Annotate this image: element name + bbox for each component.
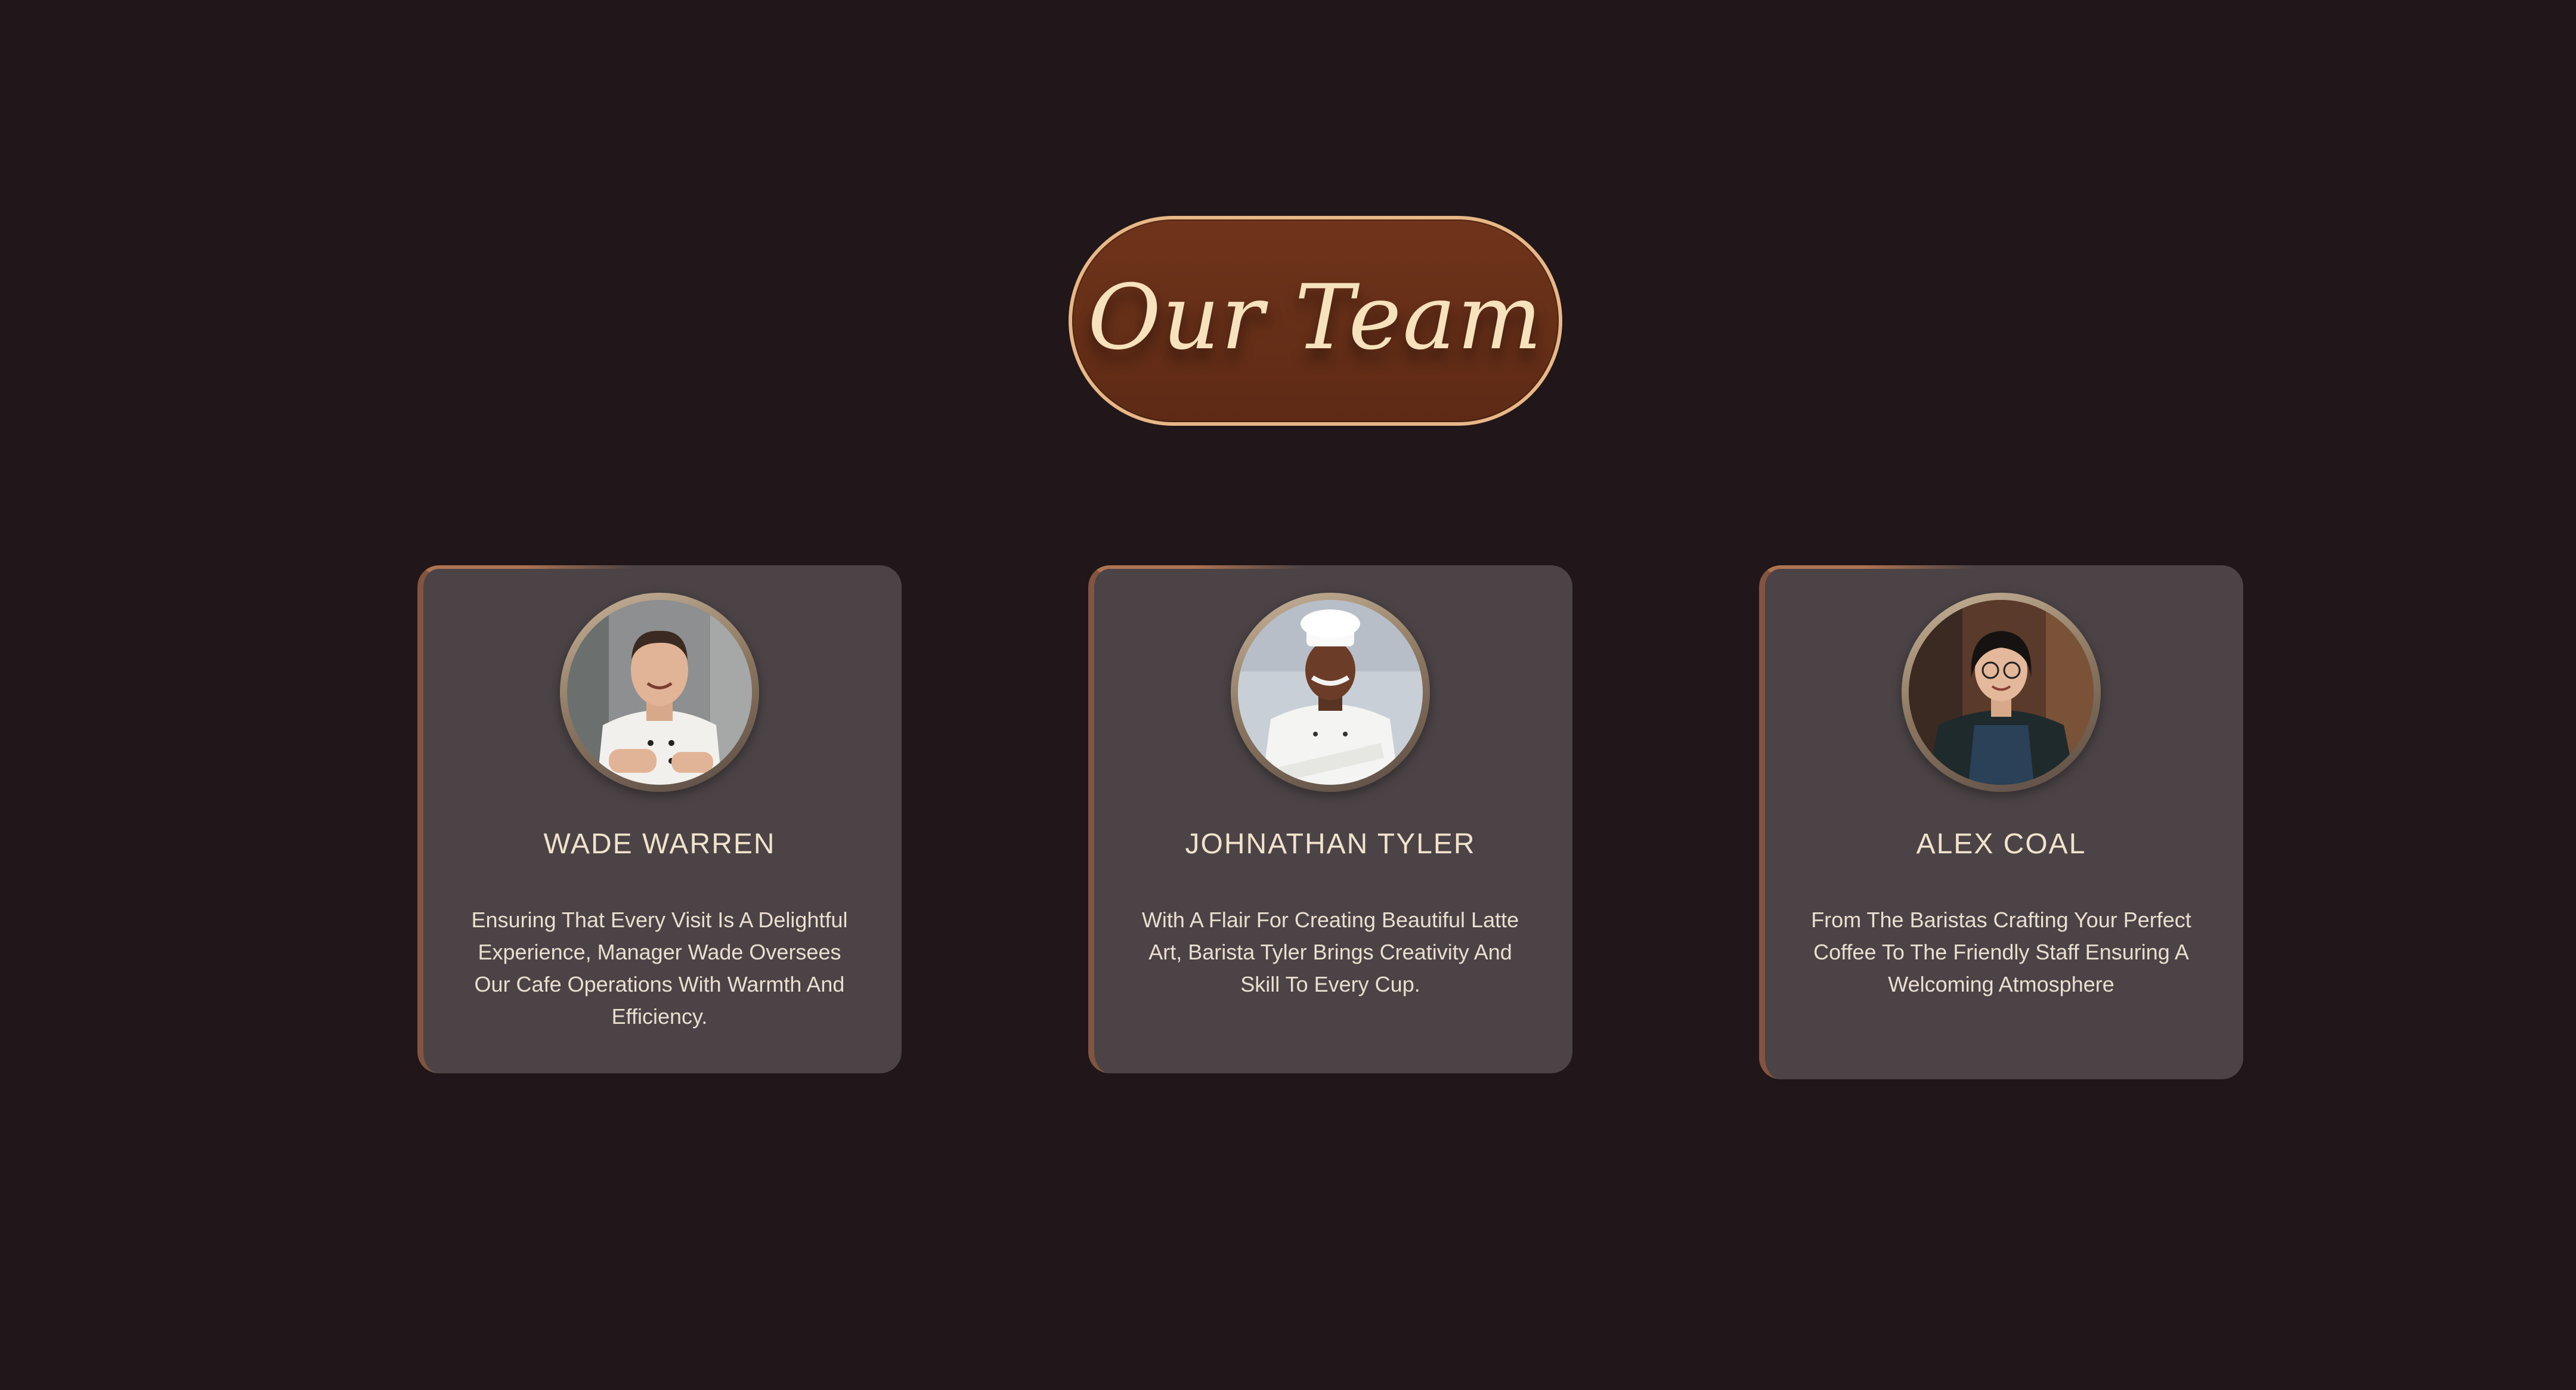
barista-photo-alex bbox=[1909, 600, 2094, 785]
title-badge: Our Team bbox=[1069, 216, 1562, 426]
member-description: From The Baristas Crafting Your Perfect … bbox=[1811, 908, 2191, 996]
chef-photo-johnathan bbox=[1238, 600, 1423, 785]
section-title: Our Team bbox=[1088, 266, 1543, 370]
team-section: Our Team WADE WARREN Ensuring That Every… bbox=[0, 0, 2576, 1390]
member-name: WADE WARREN bbox=[543, 828, 776, 860]
avatar-alex-photo bbox=[1909, 600, 2094, 785]
member-description: With A Flair For Creating Beautiful Latt… bbox=[1141, 908, 1519, 996]
team-card-alex[interactable]: ALEX COAL From The Baristas Crafting You… bbox=[1759, 565, 2243, 1079]
chef-photo-wade bbox=[567, 600, 752, 785]
team-card-johnathan[interactable]: JOHNATHAN TYLER With A Flair For Creatin… bbox=[1088, 565, 1572, 1073]
team-card-wade[interactable]: WADE WARREN Ensuring That Every Visit Is… bbox=[417, 565, 902, 1073]
avatar-johnathan-photo bbox=[1238, 600, 1423, 785]
member-name: JOHNATHAN TYLER bbox=[1185, 828, 1476, 860]
member-name: ALEX COAL bbox=[1916, 828, 2086, 860]
avatar-wade-photo bbox=[567, 600, 752, 785]
avatar-ring bbox=[560, 593, 759, 792]
avatar-ring bbox=[1231, 593, 1430, 792]
avatar-ring bbox=[1902, 593, 2101, 792]
member-description: Ensuring That Every Visit Is A Delightfu… bbox=[471, 908, 848, 1029]
